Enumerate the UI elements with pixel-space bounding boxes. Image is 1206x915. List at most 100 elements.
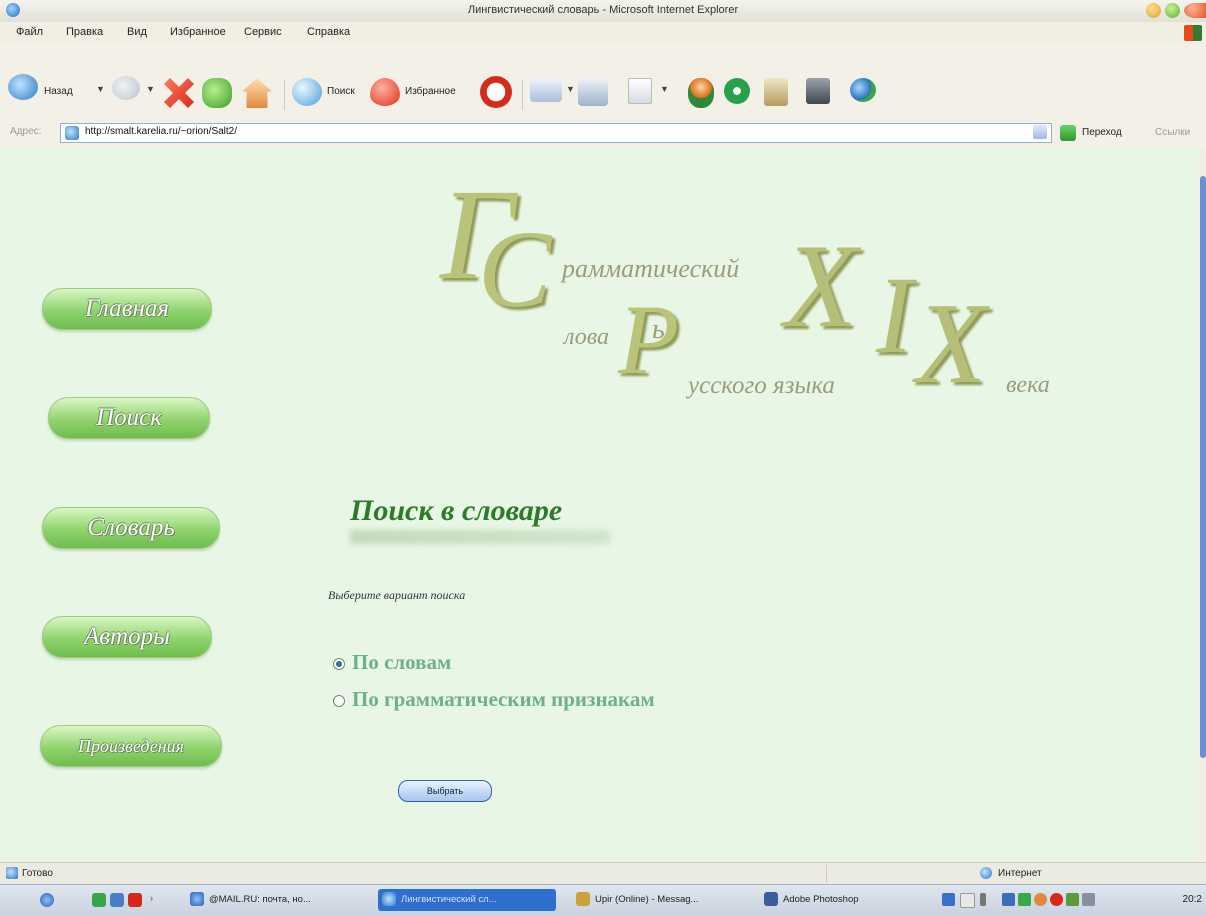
scrollbar-thumb[interactable] <box>1200 176 1206 758</box>
status-cells <box>826 865 967 883</box>
logo-letter-i: I <box>876 254 913 376</box>
quicklaunch-icq-icon[interactable] <box>92 893 106 907</box>
favorites-heart-icon[interactable] <box>370 78 400 106</box>
task-mailru[interactable]: @MAIL.RU: почта, но... <box>186 889 364 911</box>
print-icon[interactable] <box>578 78 608 106</box>
nav-dictionary-label: Словарь <box>87 514 175 541</box>
quicklaunch-desktop-icon[interactable] <box>110 893 124 907</box>
favorites-button-label[interactable]: Избранное <box>405 86 456 97</box>
nav-authors-button[interactable]: Авторы <box>42 616 212 658</box>
tray-app-icon[interactable] <box>1034 893 1047 906</box>
forward-arrow-icon[interactable] <box>112 76 140 100</box>
nav-search-button[interactable]: Поиск <box>48 397 210 439</box>
logo-letter-r: Р <box>618 284 680 395</box>
menu-tools[interactable]: Сервис <box>244 26 282 38</box>
search-icon[interactable] <box>292 78 322 106</box>
task-dictionary-active[interactable]: Лингвистический сл... <box>378 889 556 911</box>
task-ie-icon <box>190 892 204 907</box>
address-dropdown-icon[interactable] <box>1033 125 1047 139</box>
tray-volume-icon[interactable] <box>980 893 986 906</box>
option-by-words-label[interactable]: По словам <box>352 650 451 675</box>
task-photoshop-label: Adobe Photoshop <box>783 894 859 905</box>
menu-edit[interactable]: Правка <box>66 26 103 38</box>
home-icon[interactable] <box>242 78 272 108</box>
internet-globe-icon <box>980 867 992 879</box>
messenger-icon[interactable] <box>688 78 714 108</box>
menu-bar: Файл Правка Вид Избранное Сервис Справка <box>0 22 1206 45</box>
window-title: Лингвистический словарь - Microsoft Inte… <box>467 4 739 16</box>
logo-letter-x2: X <box>916 280 987 407</box>
address-url[interactable]: http://smalt.karelia.ru/~orion/Salt2/ <box>85 126 237 137</box>
task-photoshop[interactable]: Adobe Photoshop <box>760 889 920 911</box>
page-status-icon <box>6 867 18 879</box>
submit-button[interactable]: Выбрать <box>398 780 492 802</box>
nav-home-button[interactable]: Главная <box>42 288 212 330</box>
maximize-button[interactable] <box>1165 3 1180 18</box>
logo-word-usskogo: усского языка <box>688 372 835 399</box>
minimize-button[interactable] <box>1146 3 1161 18</box>
nav-dictionary-button[interactable]: Словарь <box>42 507 220 549</box>
go-button[interactable]: Переход <box>1082 127 1122 138</box>
mail-icon[interactable] <box>530 78 562 102</box>
edit-dropdown-icon[interactable]: ▼ <box>660 84 669 94</box>
address-input[interactable]: http://smalt.karelia.ru/~orion/Salt2/ <box>60 123 1052 143</box>
nav-search-label: Поиск <box>96 404 162 431</box>
tray-help-icon[interactable] <box>960 893 975 908</box>
option-by-grammar-label[interactable]: По грамматическим признакам <box>352 687 655 712</box>
menu-help[interactable]: Справка <box>307 26 350 38</box>
forward-dropdown-icon[interactable]: ▼ <box>146 84 155 94</box>
stop-icon[interactable] <box>164 78 194 108</box>
status-text: Готово <box>22 868 53 879</box>
search-instruction: Выберите вариант поиска <box>328 588 466 602</box>
taskbar-clock[interactable]: 20:2 <box>1183 894 1202 905</box>
status-bar: Готово Интернет <box>0 862 1206 885</box>
nav-authors-label: Авторы <box>83 623 171 650</box>
mail-dropdown-icon[interactable]: ▼ <box>566 84 575 94</box>
radio-by-grammar[interactable] <box>333 695 345 707</box>
close-button[interactable] <box>1184 3 1206 18</box>
tray-language-icon[interactable] <box>942 893 955 906</box>
quicklaunch-ie-icon[interactable] <box>40 893 54 907</box>
task-messenger-label: Upir (Online) - Messag... <box>595 894 699 905</box>
task-photoshop-icon <box>764 892 778 907</box>
logo-word-veka: века <box>1006 372 1050 398</box>
menu-view[interactable]: Вид <box>127 26 147 38</box>
menu-favorites[interactable]: Избранное <box>170 26 226 38</box>
toolbar: Назад ▼ ▼ Поиск Избранное ▼ ▼ <box>0 44 1206 119</box>
nav-works-button[interactable]: Произведения <box>40 725 222 767</box>
edit-document-icon[interactable] <box>628 78 652 104</box>
taskbar: › @MAIL.RU: почта, но... Лингвистический… <box>0 884 1206 915</box>
contacts-people-icon[interactable] <box>850 78 876 102</box>
nav-home-label: Главная <box>85 295 169 322</box>
toolbar-separator <box>284 80 285 110</box>
back-dropdown-icon[interactable]: ▼ <box>96 84 105 94</box>
back-button-label[interactable]: Назад <box>44 86 73 97</box>
address-bar: Адрес: http://smalt.karelia.ru/~orion/Sa… <box>0 118 1206 149</box>
history-clock-icon[interactable] <box>480 76 512 108</box>
icq-flower-icon[interactable] <box>724 78 750 104</box>
back-arrow-icon[interactable] <box>8 74 38 100</box>
links-button[interactable]: Ссылки <box>1155 127 1190 138</box>
page-title: Поиск в словаре <box>350 494 563 527</box>
search-button-label[interactable]: Поиск <box>327 86 355 97</box>
title-reflection <box>350 530 610 544</box>
quicklaunch-acrobat-icon[interactable] <box>128 893 142 907</box>
tray-update-icon[interactable] <box>1066 893 1079 906</box>
tray-antivirus-icon[interactable] <box>1050 893 1063 906</box>
tray-keyboard-icon[interactable] <box>1082 893 1095 906</box>
tray-icq-icon[interactable] <box>1018 893 1031 906</box>
logo-word-rammat: рамматический <box>562 254 740 283</box>
radio-by-words[interactable] <box>333 658 345 670</box>
logo-word-lova: лова <box>564 324 610 350</box>
research-icon[interactable] <box>764 78 788 106</box>
title-bar: Лингвистический словарь - Microsoft Inte… <box>0 0 1206 23</box>
tray-network-icon[interactable] <box>1002 893 1015 906</box>
quicklaunch-more-icon[interactable]: › <box>150 893 153 903</box>
menu-file[interactable]: Файл <box>16 26 43 38</box>
refresh-icon[interactable] <box>202 78 232 108</box>
media-film-icon[interactable] <box>806 78 830 104</box>
nav-works-label: Произведения <box>78 736 184 756</box>
task-messenger[interactable]: Upir (Online) - Messag... <box>572 889 750 911</box>
page-icon <box>65 126 79 140</box>
go-arrow-icon[interactable] <box>1060 125 1076 141</box>
